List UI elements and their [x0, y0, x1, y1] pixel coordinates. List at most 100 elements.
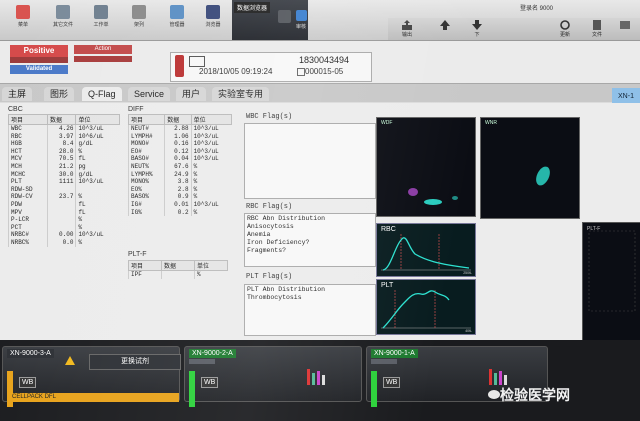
cbc-row[interactable]: HGB 8.4 g/dL [8, 140, 120, 148]
diff-unit: 10^3/uL [190, 140, 232, 148]
wbc-cluster [536, 166, 550, 186]
cbc-item: HGB [8, 140, 48, 148]
diff-row[interactable]: MONO# 0.16 10^3/uL [127, 140, 232, 148]
cbc-row[interactable]: RDW-SD [8, 185, 120, 194]
tab-graph[interactable]: 图形 [44, 87, 75, 101]
pltf-col-data: 数据 [161, 260, 195, 271]
diff-row[interactable]: LYMPH% 24.9% [127, 170, 232, 179]
more-button[interactable] [612, 18, 638, 40]
diff-row[interactable]: BASO% 0.9% [127, 193, 232, 201]
worklist-button[interactable]: 工作单 [86, 3, 116, 37]
rbc-flag-box: RBC Abn Distribution Anisocytosis Anemia Ir… [244, 213, 376, 267]
unit-1-mode: WB [383, 377, 401, 388]
cbc-row[interactable]: MCV 70.5 fL [8, 155, 120, 163]
cbc-row[interactable]: NRBC# 0.00 10^3/uL [8, 231, 120, 239]
wnr-scattergram[interactable]: WNR [480, 117, 580, 219]
plt-flag-title: PLT Flag(s) [246, 273, 293, 281]
edit-button[interactable] [272, 10, 296, 36]
pltf-item: IPF [128, 270, 162, 279]
cbc-row[interactable]: RDW-CV 23.7% [8, 193, 120, 201]
next-button[interactable]: 下 [464, 18, 490, 40]
pltf-unit: % [194, 270, 228, 279]
cbc-unit: fL [75, 208, 120, 217]
diff-row[interactable]: EO# 0.12 10^3/uL [127, 147, 232, 156]
file-button[interactable]: 文件 [584, 18, 610, 40]
wbc-flag-box [244, 123, 376, 199]
diff-row[interactable]: NEUT% 67.6% [127, 162, 232, 171]
cbc-title: CBC [8, 106, 23, 113]
cbc-row[interactable]: PCT% [8, 223, 120, 232]
diff-row[interactable]: EO% 2.8% [127, 185, 232, 194]
diff-row[interactable]: LYMPH# 1.06 10^3/uL [127, 132, 232, 141]
cbc-row[interactable]: PDW fL [8, 200, 120, 209]
cbc-row[interactable]: HCT 28.0% [8, 147, 120, 156]
analyzer-unit-2[interactable]: XN-9000-2-A WB [184, 346, 362, 407]
cbc-col-item: 项目 [8, 114, 48, 125]
cbc-col-unit: 单位 [75, 114, 120, 125]
diff-unit: 10^3/uL [190, 200, 232, 209]
diff-value: 3.8 [164, 178, 192, 186]
cbc-row[interactable]: MPV fL [8, 208, 120, 217]
rbc-histogram[interactable]: RBC 250fL [376, 223, 476, 277]
pltf-scattergram[interactable]: PLT-F [582, 222, 640, 342]
cbc-item: P-LCR [8, 216, 48, 224]
diff-col-data: 数据 [164, 114, 192, 125]
cbc-value: 1111 [46, 178, 76, 186]
unit-2-sub [189, 359, 215, 364]
cbc-unit: 10^6/uL [75, 132, 120, 141]
cbc-row[interactable]: RBC 3.97 10^6/uL [8, 132, 120, 141]
cbc-row[interactable]: WBC 4.26 10^3/uL [8, 124, 120, 133]
diff-item: BASO% [127, 193, 165, 201]
cbc-unit: 10^3/uL [75, 124, 120, 133]
tab-service[interactable]: Service [128, 87, 171, 101]
diff-col-item: 项目 [127, 114, 166, 125]
analyzer-unit-3[interactable]: XN-9000-3-A 更换试剂 WB CELLPACK DFL [2, 346, 181, 407]
manager-button[interactable]: 管理器 [162, 3, 192, 37]
menu-button[interactable]: 菜单 [8, 3, 38, 37]
plt-histogram[interactable]: PLT 40fL [376, 279, 476, 335]
diff-row[interactable]: MONO% 3.8% [127, 178, 232, 186]
diff-row[interactable]: BASO# 0.04 10^3/uL [127, 155, 232, 163]
diff-row[interactable]: IG% 0.2% [127, 208, 232, 217]
refresh-button[interactable]: 更新 [552, 18, 578, 40]
diff-col-unit: 单位 [190, 114, 233, 125]
other-files-button[interactable]: 其它文件 [48, 3, 78, 37]
pltf-row[interactable]: IPF% [128, 270, 228, 279]
diff-unit: % [190, 185, 232, 194]
wnr-plot [536, 166, 550, 186]
diff-row[interactable]: NEUT# 2.88 10^3/uL [127, 124, 232, 133]
wdf-scattergram[interactable]: WDF [376, 117, 476, 217]
unit-3-mode: WB [19, 377, 37, 388]
validate-button[interactable]: 审核 [294, 10, 308, 36]
checkbox-icon [295, 10, 307, 21]
window-title: 数据浏览器 [234, 2, 271, 13]
more-icon [620, 21, 630, 29]
cbc-row[interactable]: PLT 1111 10^3/uL [8, 178, 120, 186]
diff-item: EO# [127, 147, 165, 156]
previous-button[interactable] [432, 18, 458, 40]
plt-axis-max: 40fL [465, 329, 472, 333]
cbc-unit: % [75, 147, 120, 156]
cbc-value: 4.26 [46, 124, 76, 133]
data-browser-band: 数据浏览器 审核 [232, 0, 308, 40]
tab-qflag[interactable]: Q-Flag [82, 87, 122, 101]
positive-badge: Positive [10, 45, 68, 57]
flag-item: Anemia [247, 231, 271, 238]
rack-button[interactable]: 架列 [124, 3, 154, 37]
login-name: 登录名 9000 [520, 6, 554, 12]
cbc-row[interactable]: MCHC 30.0 g/dL [8, 170, 120, 179]
cbc-row[interactable]: MCH 21.2 pg [8, 162, 120, 171]
cbc-row[interactable]: NRBC% 0.0% [8, 238, 120, 247]
browser-button[interactable]: 浏览器 [198, 3, 228, 37]
diff-unit: 10^3/uL [190, 124, 232, 133]
change-reagent-button[interactable]: 更换试剂 [89, 354, 181, 370]
tab-user[interactable]: 用户 [176, 87, 207, 101]
warning-icon [65, 356, 75, 365]
tab-main[interactable]: 主屏 [2, 87, 33, 101]
tab-lab[interactable]: 实验室专用 [212, 87, 270, 101]
output-button[interactable]: 输出 [394, 18, 420, 40]
cbc-value [46, 223, 76, 232]
cbc-value: 8.4 [46, 140, 76, 148]
cbc-row[interactable]: P-LCR% [8, 216, 120, 224]
diff-row[interactable]: IG# 0.01 10^3/uL [127, 200, 232, 209]
